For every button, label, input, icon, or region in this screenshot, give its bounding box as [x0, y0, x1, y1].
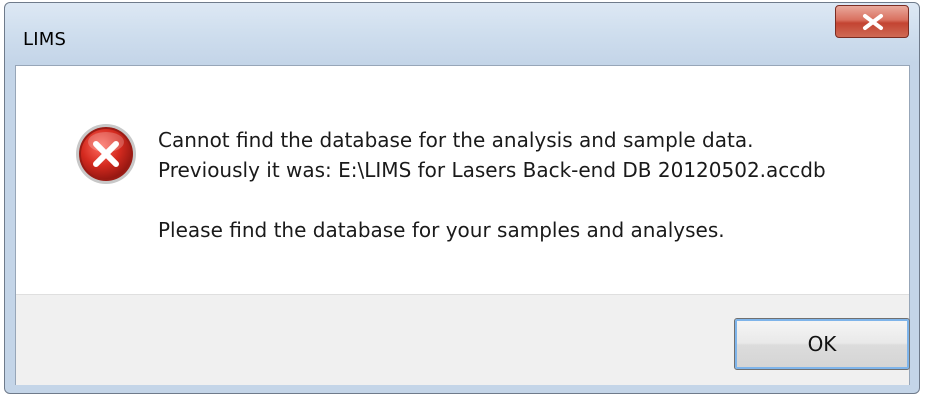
window-title: LIMS	[23, 29, 67, 50]
error-message-line3: Please find the database for your sample…	[158, 218, 725, 242]
close-button[interactable]	[835, 5, 909, 38]
ok-button-label: OK	[807, 332, 837, 356]
ok-button[interactable]: OK	[734, 318, 910, 370]
close-icon	[863, 14, 883, 30]
error-message-line2: Previously it was: E:\LIMS for Lasers Ba…	[158, 158, 826, 182]
dialog-content: Cannot find the database for the analysi…	[15, 65, 910, 385]
error-icon	[76, 124, 136, 184]
dialog-window: LIMS Cannot find the database for the an…	[4, 2, 920, 394]
error-message-line1: Cannot find the database for the analysi…	[158, 128, 754, 152]
title-bar[interactable]: LIMS	[5, 3, 919, 65]
